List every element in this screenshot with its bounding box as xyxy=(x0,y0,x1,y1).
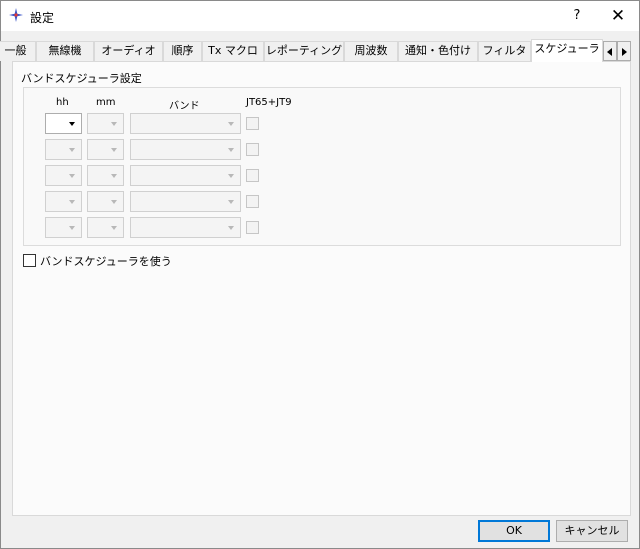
tab-sequencing[interactable]: 順序 xyxy=(163,41,202,61)
column-header-jt65-jt9: JT65+JT9 xyxy=(246,97,292,108)
hh-combo[interactable] xyxy=(45,113,82,134)
tab-label: 一般 xyxy=(4,44,27,57)
window-title: 設定 xyxy=(30,11,55,25)
jt65-jt9-checkbox[interactable] xyxy=(246,195,259,208)
mm-combo[interactable] xyxy=(87,165,124,186)
tab-frequencies[interactable]: 周波数 xyxy=(344,41,398,61)
tab-audio[interactable]: オーディオ xyxy=(94,41,163,61)
jt65-jt9-checkbox[interactable] xyxy=(246,221,259,234)
tab-label: 無線機 xyxy=(48,44,82,57)
tab-radio[interactable]: 無線機 xyxy=(36,41,94,61)
use-scheduler-label: バンドスケジューラを使う xyxy=(40,255,172,268)
chevron-down-icon xyxy=(111,226,117,230)
tab-general[interactable]: 一般 xyxy=(0,41,36,61)
title-bar: 設定 ? ✕ xyxy=(1,1,639,31)
tab-label: 周波数 xyxy=(354,44,388,57)
band-combo[interactable] xyxy=(130,139,241,160)
chevron-down-icon xyxy=(111,200,117,204)
app-icon xyxy=(9,8,23,22)
chevron-down-icon xyxy=(228,200,234,204)
chevron-down-icon xyxy=(111,174,117,178)
use-scheduler-checkbox[interactable] xyxy=(23,254,36,267)
ok-button[interactable]: OK xyxy=(478,520,550,542)
column-header-mm: mm xyxy=(96,97,116,108)
tab-label: Tx マクロ xyxy=(208,44,258,57)
tab-label: 順序 xyxy=(171,44,194,57)
help-button[interactable]: ? xyxy=(567,6,587,26)
chevron-left-icon xyxy=(607,48,612,56)
band-combo[interactable] xyxy=(130,217,241,238)
jt65-jt9-checkbox[interactable] xyxy=(246,169,259,182)
chevron-right-icon xyxy=(622,48,627,56)
mm-combo[interactable] xyxy=(87,191,124,212)
mm-combo[interactable] xyxy=(87,113,124,134)
tab-label: レポーティング xyxy=(265,44,343,57)
mm-combo[interactable] xyxy=(87,139,124,160)
tab-scheduler[interactable]: スケジューラ xyxy=(531,39,603,62)
hh-combo[interactable] xyxy=(45,139,82,160)
mm-combo[interactable] xyxy=(87,217,124,238)
band-combo[interactable] xyxy=(130,165,241,186)
tab-label: スケジューラ xyxy=(534,42,600,55)
hh-combo[interactable] xyxy=(45,217,82,238)
chevron-down-icon xyxy=(69,226,75,230)
chevron-down-icon xyxy=(69,200,75,204)
tab-scroll-left-button[interactable] xyxy=(603,41,617,61)
chevron-down-icon xyxy=(69,148,75,152)
close-button[interactable]: ✕ xyxy=(605,4,631,28)
tab-scroll-right-button[interactable] xyxy=(617,41,631,61)
chevron-down-icon xyxy=(69,174,75,178)
chevron-down-icon xyxy=(228,148,234,152)
column-header-band: バンド xyxy=(169,101,200,112)
band-combo[interactable] xyxy=(130,191,241,212)
tab-reporting[interactable]: レポーティング xyxy=(264,41,344,61)
group-title: バンドスケジューラ設定 xyxy=(21,72,142,85)
tab-notifications[interactable]: 通知・色付け xyxy=(398,41,478,61)
tab-tx-macros[interactable]: Tx マクロ xyxy=(202,41,264,61)
chevron-down-icon xyxy=(228,174,234,178)
cancel-button[interactable]: キャンセル xyxy=(556,520,628,542)
tab-strip: 一般 無線機 オーディオ 順序 Tx マクロ レポーティング 周波数 通知・色付… xyxy=(0,39,631,62)
chevron-down-icon xyxy=(69,122,75,126)
settings-dialog: 設定 ? ✕ 一般 無線機 オーディオ 順序 Tx マクロ レポーティング 周波… xyxy=(0,0,640,549)
jt65-jt9-checkbox[interactable] xyxy=(246,143,259,156)
tab-label: フィルタ xyxy=(482,44,527,57)
scheduler-panel: バンドスケジューラ設定 hh mm バンド JT65+JT9 バンドスケジューラ… xyxy=(12,61,631,516)
scheduler-groupbox: hh mm バンド JT65+JT9 xyxy=(23,87,621,246)
chevron-down-icon xyxy=(228,226,234,230)
chevron-down-icon xyxy=(111,122,117,126)
hh-combo[interactable] xyxy=(45,191,82,212)
column-header-hh: hh xyxy=(56,97,69,108)
chevron-down-icon xyxy=(228,122,234,126)
chevron-down-icon xyxy=(111,148,117,152)
jt65-jt9-checkbox[interactable] xyxy=(246,117,259,130)
band-combo[interactable] xyxy=(130,113,241,134)
tab-label: オーディオ xyxy=(101,44,156,57)
tab-filters[interactable]: フィルタ xyxy=(478,41,531,61)
tab-label: 通知・色付け xyxy=(405,44,471,57)
hh-combo[interactable] xyxy=(45,165,82,186)
